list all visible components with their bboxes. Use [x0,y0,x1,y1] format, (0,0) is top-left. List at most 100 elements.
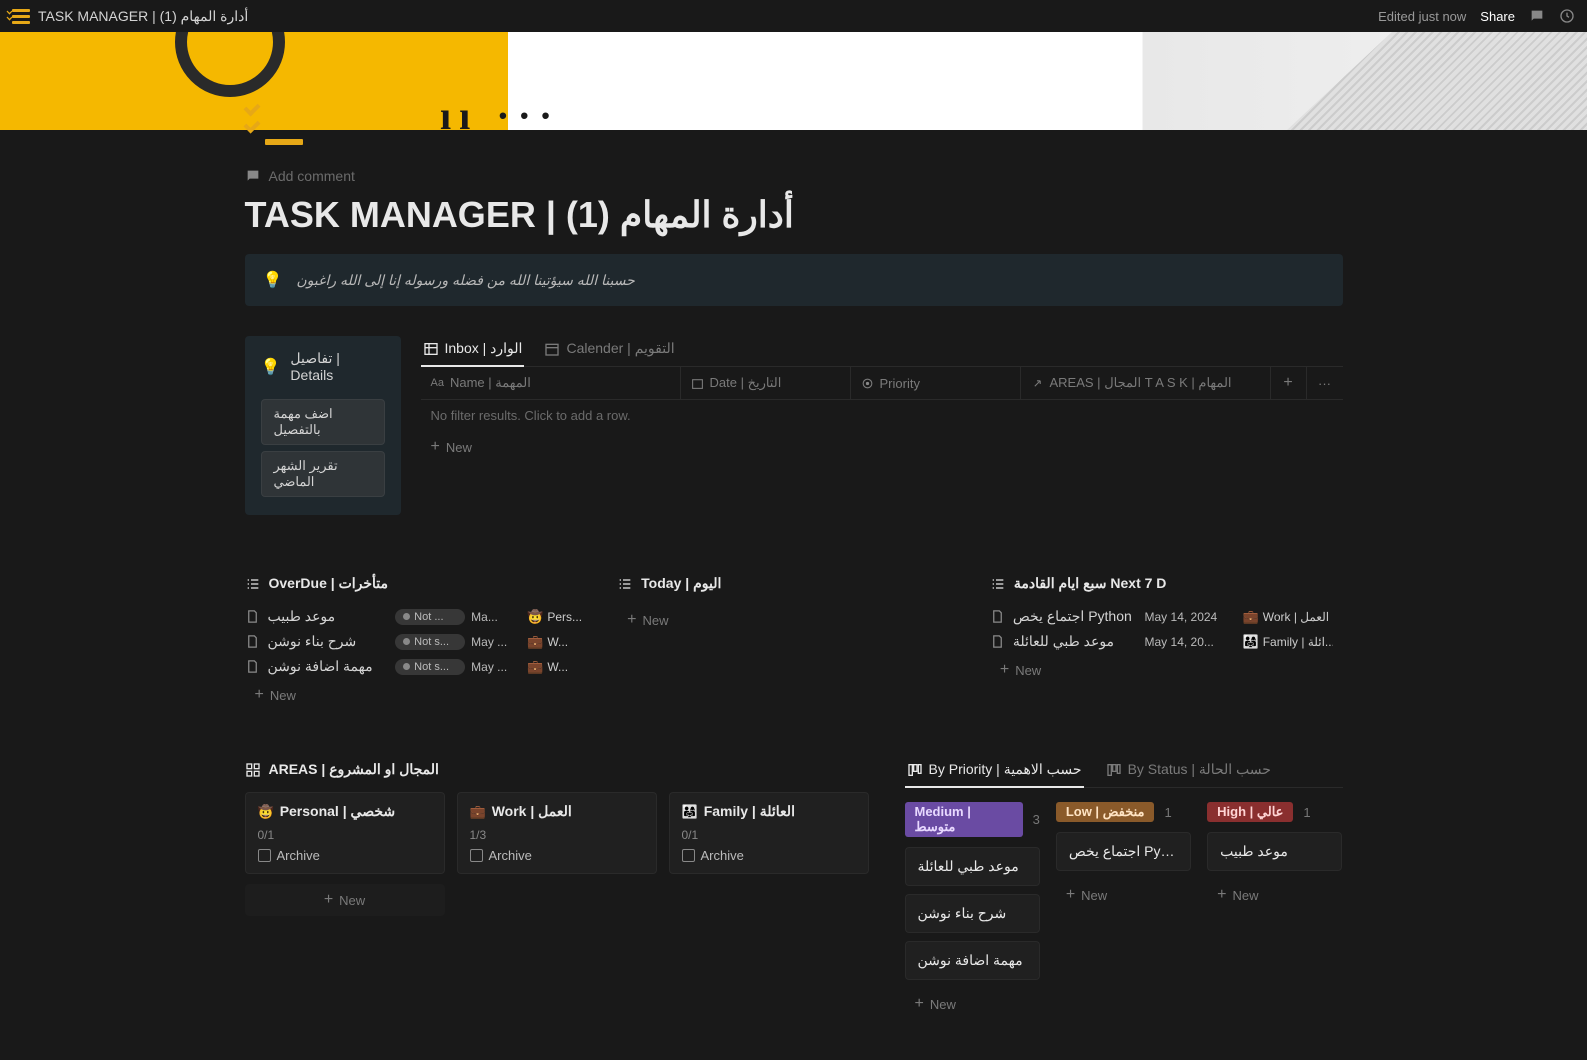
area-card[interactable]: 💼Work | العمل 1/3 Archive [457,792,657,874]
add-column-button[interactable]: + [1271,367,1307,399]
priority-badge: Medium | متوسط [905,802,1023,837]
priority-card[interactable]: موعد طبيب [1207,832,1342,871]
edited-status: Edited just now [1378,9,1466,24]
task-area: 💼Work | العمل [1243,609,1333,625]
priority-count: 1 [1164,805,1171,820]
share-button[interactable]: Share [1480,9,1515,24]
list-icon [617,576,633,592]
status-badge: Not ... [395,609,465,625]
calendar-icon [691,377,704,390]
board-icon [1106,762,1122,778]
topbar-right: Edited just now Share [1378,8,1575,24]
tab-inbox[interactable]: Inbox | الوارد [421,336,525,367]
area-card[interactable]: 👨‍👩‍👧Family | العائلة 0/1 Archive [669,792,869,874]
priority-card[interactable]: اجتماع يخص Python [1056,832,1191,871]
add-task-detail-button[interactable]: اضف مهمة بالتفصيل [261,399,385,445]
topbar: TASK MANAGER | (1) أدارة المهام Edited j… [0,0,1587,32]
comments-icon[interactable] [1529,8,1545,24]
today-new-button[interactable]: +New [617,604,970,636]
inbox-database: Inbox | الوارد Calender | التقويم AaName… [421,336,1343,463]
priority-card[interactable]: مهمة اضافة نوشن [905,941,1040,980]
last-month-report-button[interactable]: تقرير الشهر الماضي [261,451,385,497]
area-card[interactable]: 🤠Personal | شخصي 0/1 Archive [245,792,445,874]
area-card-title: 👨‍👩‍👧Family | العائلة [682,803,856,820]
priority-column: High | عالي 1 موعد طبيب +New [1207,802,1342,1020]
column-more-button[interactable]: ··· [1307,367,1343,399]
task-name: موعد طبيب [268,608,336,625]
area-card-archive: Archive [682,848,856,863]
details-card: 💡 تفاصيل | Details اضف مهمة بالتفصيل تقر… [245,336,401,515]
task-name: موعد طبي للعائلة [1013,633,1114,650]
task-date: May 14, 2024 [1145,610,1235,624]
task-date: May 14, 20... [1145,635,1235,649]
board-icon [907,762,923,778]
priority-new-button[interactable]: +New [1056,879,1191,911]
today-section: Today | اليوم +New [617,575,970,711]
task-date: May ... [471,635,521,649]
area-card-count: 1/3 [470,828,644,842]
new-row-button[interactable]: +New [421,431,1343,463]
page-title[interactable]: TASK MANAGER | (1) أدارة المهام [245,194,1343,236]
next7-title: سبع ايام القادمة Next 7 D [1014,575,1167,592]
area-card-title: 🤠Personal | شخصي [258,803,432,820]
checkbox-icon[interactable] [258,849,271,862]
priority-new-button[interactable]: +New [905,988,1040,1020]
areas-new-button[interactable]: +New [245,884,445,916]
relation-icon [1031,377,1044,390]
priority-new-button[interactable]: +New [1207,879,1342,911]
calendar-icon [544,341,560,357]
col-areas[interactable]: AREAS | المجال T A S K | المهام [1021,367,1271,399]
clock-icon[interactable] [1559,8,1575,24]
area-card-archive: Archive [470,848,644,863]
priority-badge: Low | منخفض [1056,802,1155,822]
area-card-title: 💼Work | العمل [470,803,644,820]
list-item[interactable]: اجتماع يخص Python May 14, 2024 💼Work | ا… [990,604,1343,629]
priority-card[interactable]: شرح بناء نوشن [905,894,1040,933]
task-date: Ma... [471,610,521,624]
today-title: Today | اليوم [641,575,721,592]
priority-count: 1 [1303,805,1310,820]
task-name: شرح بناء نوشن [268,633,357,650]
overdue-section: OverDue | متأخرات موعد طبيب Not ... Ma..… [245,575,598,711]
list-item[interactable]: موعد طبي للعائلة May 14, 20... 👨‍👩‍👧Fami… [990,629,1343,654]
overdue-new-button[interactable]: +New [245,679,598,711]
priority-column: Low | منخفض 1 اجتماع يخص Python +New [1056,802,1191,1020]
areas-title: AREAS | المجال او المشروع [269,761,439,778]
add-comment-button[interactable]: Add comment [245,168,1343,184]
list-item[interactable]: مهمة اضافة نوشن Not s... May ... 💼W... [245,654,598,679]
task-area: 💼W... [527,659,597,675]
col-date[interactable]: Date | التاريخ [681,367,851,399]
priority-badge: High | عالي [1207,802,1293,822]
tab-calendar[interactable]: Calender | التقويم [542,336,676,367]
gallery-icon [245,762,261,778]
empty-row[interactable]: No filter results. Click to add a row. [421,400,1343,431]
priority-section: By Priority | حسب الاهمية By Status | حس… [905,761,1343,1020]
tab-by-status[interactable]: By Status | حسب الحالة [1104,761,1273,788]
priority-column: Medium | متوسط3 موعد طبي للعائلةشرح بناء… [905,802,1040,1020]
breadcrumb-title[interactable]: TASK MANAGER | (1) أدارة المهام [38,8,248,25]
task-date: May ... [471,660,521,674]
list-icon [990,576,1006,592]
cover-image[interactable]: ıı ··· [0,32,1587,130]
status-badge: Not s... [395,634,465,650]
bulb-icon: 💡 [263,270,283,290]
col-name[interactable]: AaName | المهمة [421,367,681,399]
area-card-count: 0/1 [682,828,856,842]
list-item[interactable]: شرح بناء نوشن Not s... May ... 💼W... [245,629,598,654]
inbox-tabs: Inbox | الوارد Calender | التقويم [421,336,1343,367]
status-badge: Not s... [395,659,465,675]
task-area: 💼W... [527,634,597,650]
list-item[interactable]: موعد طبيب Not ... Ma... 🤠Pers... [245,604,598,629]
checkbox-icon[interactable] [682,849,695,862]
callout-block[interactable]: 💡 حسبنا الله سيؤتينا الله من فضله ورسوله… [245,254,1343,306]
next7-new-button[interactable]: +New [990,654,1343,686]
select-icon [861,377,874,390]
area-card-count: 0/1 [258,828,432,842]
priority-card[interactable]: موعد طبي للعائلة [905,847,1040,886]
tab-by-priority[interactable]: By Priority | حسب الاهمية [905,761,1084,788]
task-area: 👨‍👩‍👧Family | ائلة... [1243,634,1333,650]
checkbox-icon[interactable] [470,849,483,862]
topbar-left: TASK MANAGER | (1) أدارة المهام [12,7,248,25]
task-area: 🤠Pers... [527,609,597,625]
col-priority[interactable]: Priority [851,367,1021,399]
